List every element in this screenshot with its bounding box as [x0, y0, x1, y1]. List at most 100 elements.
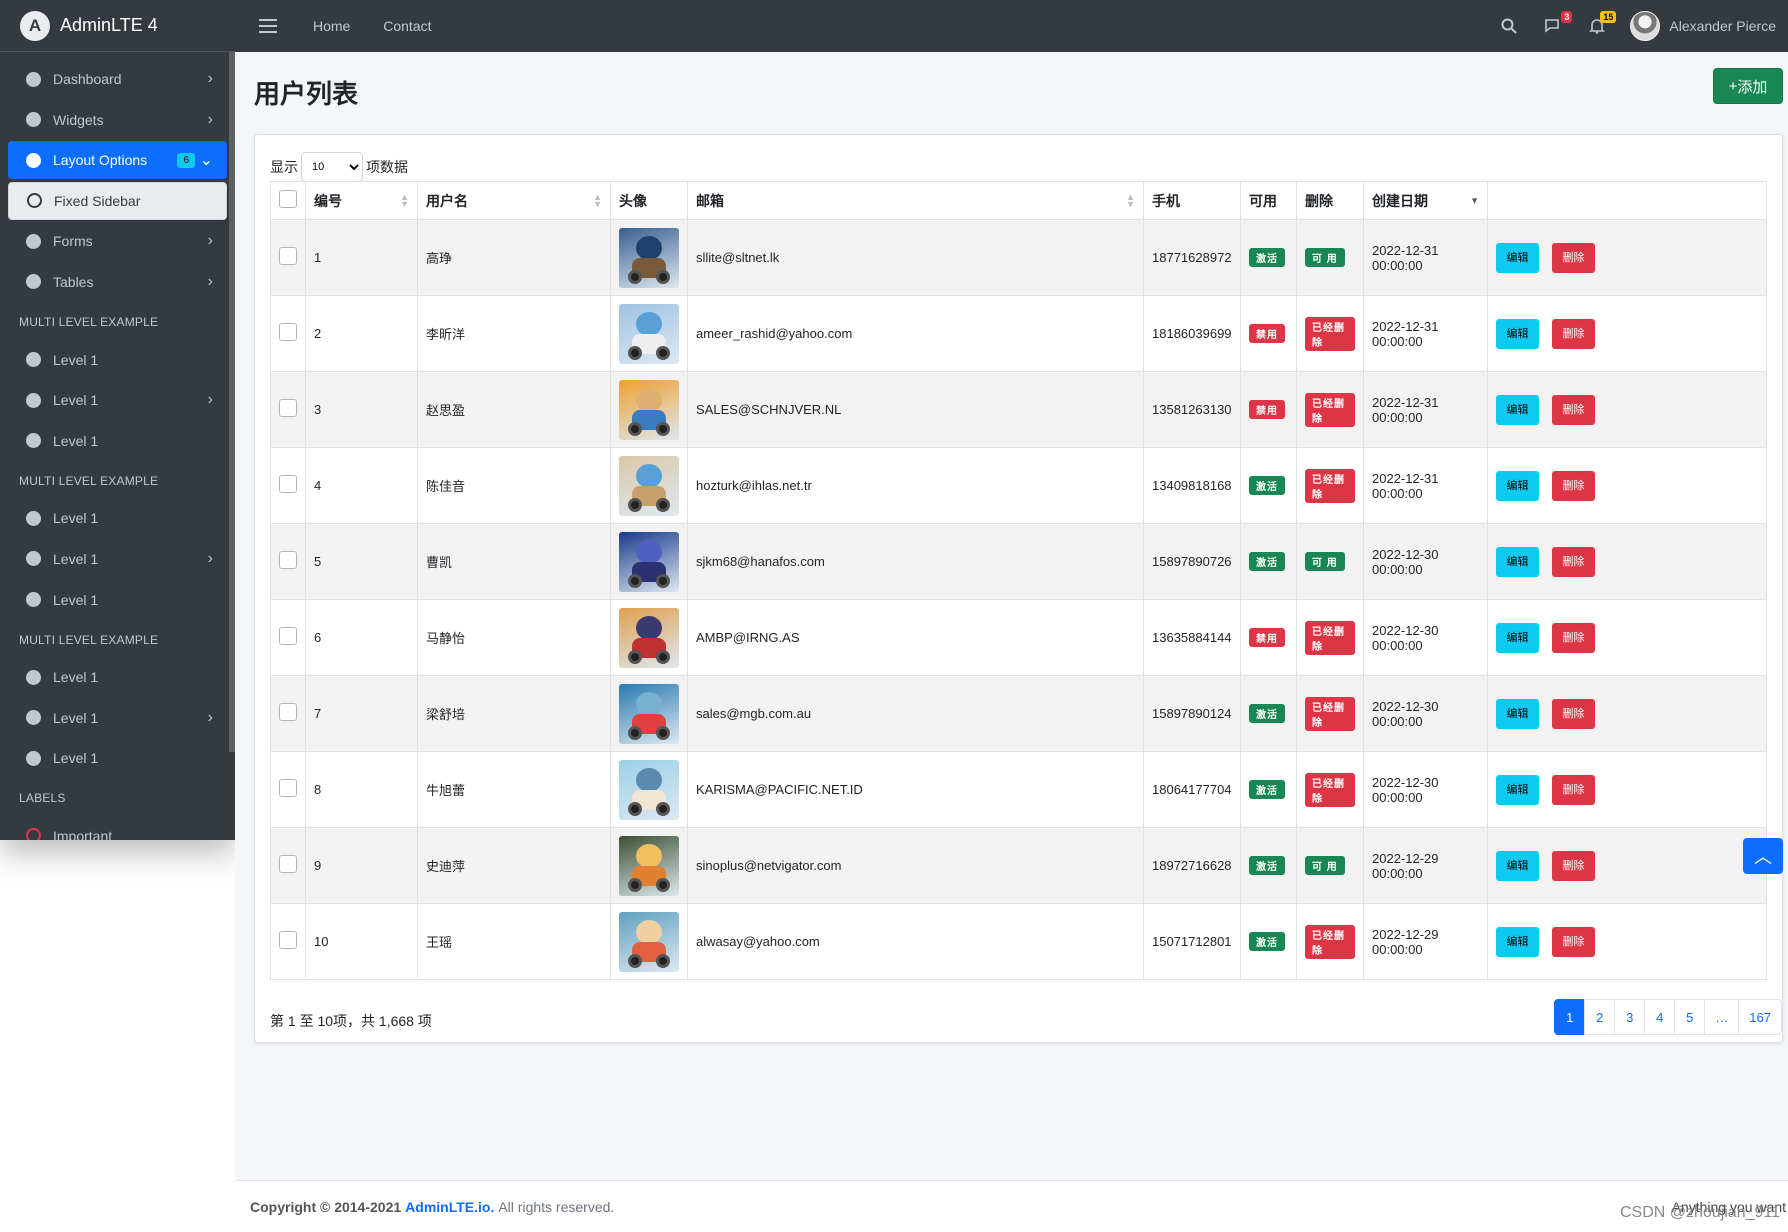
- row-checkbox[interactable]: [279, 399, 297, 417]
- sidebar-item-dashboard[interactable]: Dashboard ›: [8, 60, 227, 98]
- sidebar-item-level1[interactable]: Level 1: [8, 499, 227, 537]
- cell-created: 2022-12-31 00:00:00: [1363, 295, 1488, 372]
- table-row: 2 李昕洋 ameer_rashid@yahoo.com 18186039699 禁用 已…: [270, 295, 1767, 372]
- delete-button[interactable]: 删除: [1552, 774, 1595, 805]
- row-checkbox[interactable]: [279, 627, 297, 645]
- delete-button[interactable]: 删除: [1552, 470, 1595, 501]
- col-created[interactable]: 创建日期 ▼: [1363, 181, 1488, 220]
- col-id[interactable]: 编号 ▲ ▼: [305, 181, 418, 220]
- select-cell: [270, 599, 306, 676]
- page-link[interactable]: 1: [1554, 999, 1586, 1035]
- deleted-badge: 已经删除: [1305, 924, 1355, 959]
- add-button-label: 添加: [1737, 78, 1768, 96]
- row-checkbox[interactable]: [279, 703, 297, 721]
- page-link[interactable]: 167: [1738, 999, 1782, 1035]
- cell-created: 2022-12-30 00:00:00: [1363, 751, 1488, 828]
- sidebar-item-forms[interactable]: Forms ›: [8, 222, 227, 260]
- nav-link-home[interactable]: Home: [313, 18, 350, 34]
- cell-phone: 15071712801: [1143, 903, 1241, 980]
- add-button[interactable]: + 添加: [1713, 68, 1783, 104]
- sidebar-item-label: Level 1: [53, 709, 99, 726]
- sidebar-item-fixed-sidebar[interactable]: Fixed Sidebar: [8, 181, 227, 220]
- cell-avatar: [610, 371, 688, 448]
- delete-button[interactable]: 删除: [1552, 926, 1595, 957]
- select-all-checkbox[interactable]: [279, 190, 297, 208]
- sidebar-item-level1[interactable]: Level 1 ›: [8, 381, 227, 419]
- cell-id: 5: [305, 523, 418, 600]
- cell-actions: 编辑 删除: [1487, 523, 1767, 600]
- cell-deleted: 已经删除: [1296, 599, 1364, 676]
- edit-button[interactable]: 编辑: [1496, 242, 1539, 273]
- users-card: 显示 10 项数据 编号 ▲ ▼ 用户名 ▲ ▼ 头像 邮箱 ▲ ▼ 手机 可用 删除 创建…: [254, 134, 1783, 1043]
- circle-icon: [26, 710, 41, 726]
- page-link[interactable]: 4: [1644, 999, 1676, 1035]
- count-badge: 6: [177, 152, 195, 168]
- page-length-select[interactable]: 10: [301, 152, 363, 182]
- delete-button[interactable]: 删除: [1552, 242, 1595, 273]
- edit-button[interactable]: 编辑: [1496, 622, 1539, 653]
- row-checkbox[interactable]: [279, 779, 297, 797]
- row-checkbox[interactable]: [279, 475, 297, 493]
- row-checkbox[interactable]: [279, 323, 297, 341]
- messages-icon[interactable]: 3: [1542, 11, 1573, 37]
- row-checkbox[interactable]: [279, 551, 297, 569]
- user-avatar-image: [619, 227, 679, 288]
- cell-enabled: 激活: [1240, 675, 1297, 752]
- chevron-right-icon: ›: [207, 391, 213, 409]
- footer-link[interactable]: AdminLTE.io.: [405, 1199, 494, 1215]
- col-username[interactable]: 用户名 ▲ ▼: [417, 181, 611, 220]
- edit-button[interactable]: 编辑: [1496, 394, 1539, 425]
- status-badge: 激活: [1249, 780, 1285, 799]
- row-checkbox[interactable]: [279, 855, 297, 873]
- cell-avatar: [610, 447, 688, 524]
- delete-button[interactable]: 删除: [1552, 394, 1595, 425]
- edit-button[interactable]: 编辑: [1496, 774, 1539, 805]
- delete-button[interactable]: 删除: [1552, 622, 1595, 653]
- delete-button[interactable]: 删除: [1552, 318, 1595, 349]
- sidebar-item-tables[interactable]: Tables ›: [8, 263, 227, 301]
- cell-email: alwasay@yahoo.com: [687, 903, 1144, 980]
- deleted-badge: 已经删除: [1305, 696, 1355, 731]
- delete-button[interactable]: 删除: [1552, 850, 1595, 881]
- row-checkbox[interactable]: [279, 247, 297, 265]
- cell-phone: 18186039699: [1143, 295, 1241, 372]
- page-link[interactable]: 5: [1674, 999, 1706, 1035]
- sidebar-item-level1[interactable]: Level 1 ›: [8, 699, 227, 737]
- back-to-top-button[interactable]: ︿: [1743, 838, 1783, 874]
- page-link[interactable]: …: [1704, 999, 1740, 1035]
- nav-link-contact[interactable]: Contact: [383, 18, 431, 34]
- sidebar-item-level1[interactable]: Level 1: [8, 658, 227, 696]
- sidebar-item-important[interactable]: Important: [8, 817, 227, 840]
- chevron-down-icon: ⌄: [199, 152, 213, 170]
- sidebar-item-level1[interactable]: Level 1: [8, 341, 227, 379]
- brand[interactable]: A AdminLTE 4: [0, 0, 235, 52]
- sidebar-item-level1[interactable]: Level 1 ›: [8, 540, 227, 578]
- edit-button[interactable]: 编辑: [1496, 850, 1539, 881]
- menu-toggle-icon[interactable]: [259, 19, 277, 33]
- deleted-badge: 已经删除: [1305, 772, 1355, 807]
- sidebar-section-header: MULTI LEVEL EXAMPLE: [19, 315, 159, 330]
- select-cell: [270, 751, 306, 828]
- edit-button[interactable]: 编辑: [1496, 470, 1539, 501]
- edit-button[interactable]: 编辑: [1496, 698, 1539, 729]
- row-checkbox[interactable]: [279, 931, 297, 949]
- sidebar-item-level1[interactable]: Level 1: [8, 422, 227, 460]
- edit-button[interactable]: 编辑: [1496, 926, 1539, 957]
- delete-button[interactable]: 删除: [1552, 546, 1595, 577]
- bell-icon[interactable]: 15: [1586, 11, 1617, 37]
- sidebar-item-level1[interactable]: Level 1: [8, 739, 227, 777]
- delete-button[interactable]: 删除: [1552, 698, 1595, 729]
- chevron-right-icon: ›: [207, 232, 213, 250]
- edit-button[interactable]: 编辑: [1496, 546, 1539, 577]
- sidebar-item-level1[interactable]: Level 1: [8, 581, 227, 619]
- sidebar-item-layout-options[interactable]: Layout Options 6 ⌄: [8, 141, 227, 180]
- chevron-right-icon: ›: [207, 549, 213, 567]
- page-link[interactable]: 3: [1614, 999, 1646, 1035]
- user-menu[interactable]: Alexander Pierce: [1630, 11, 1776, 41]
- page-link[interactable]: 2: [1584, 999, 1616, 1035]
- col-email[interactable]: 邮箱 ▲ ▼: [687, 181, 1144, 220]
- edit-button[interactable]: 编辑: [1496, 318, 1539, 349]
- sidebar-item-label: Widgets: [53, 111, 104, 128]
- search-icon[interactable]: [1498, 15, 1520, 37]
- sidebar-item-widgets[interactable]: Widgets ›: [8, 101, 227, 139]
